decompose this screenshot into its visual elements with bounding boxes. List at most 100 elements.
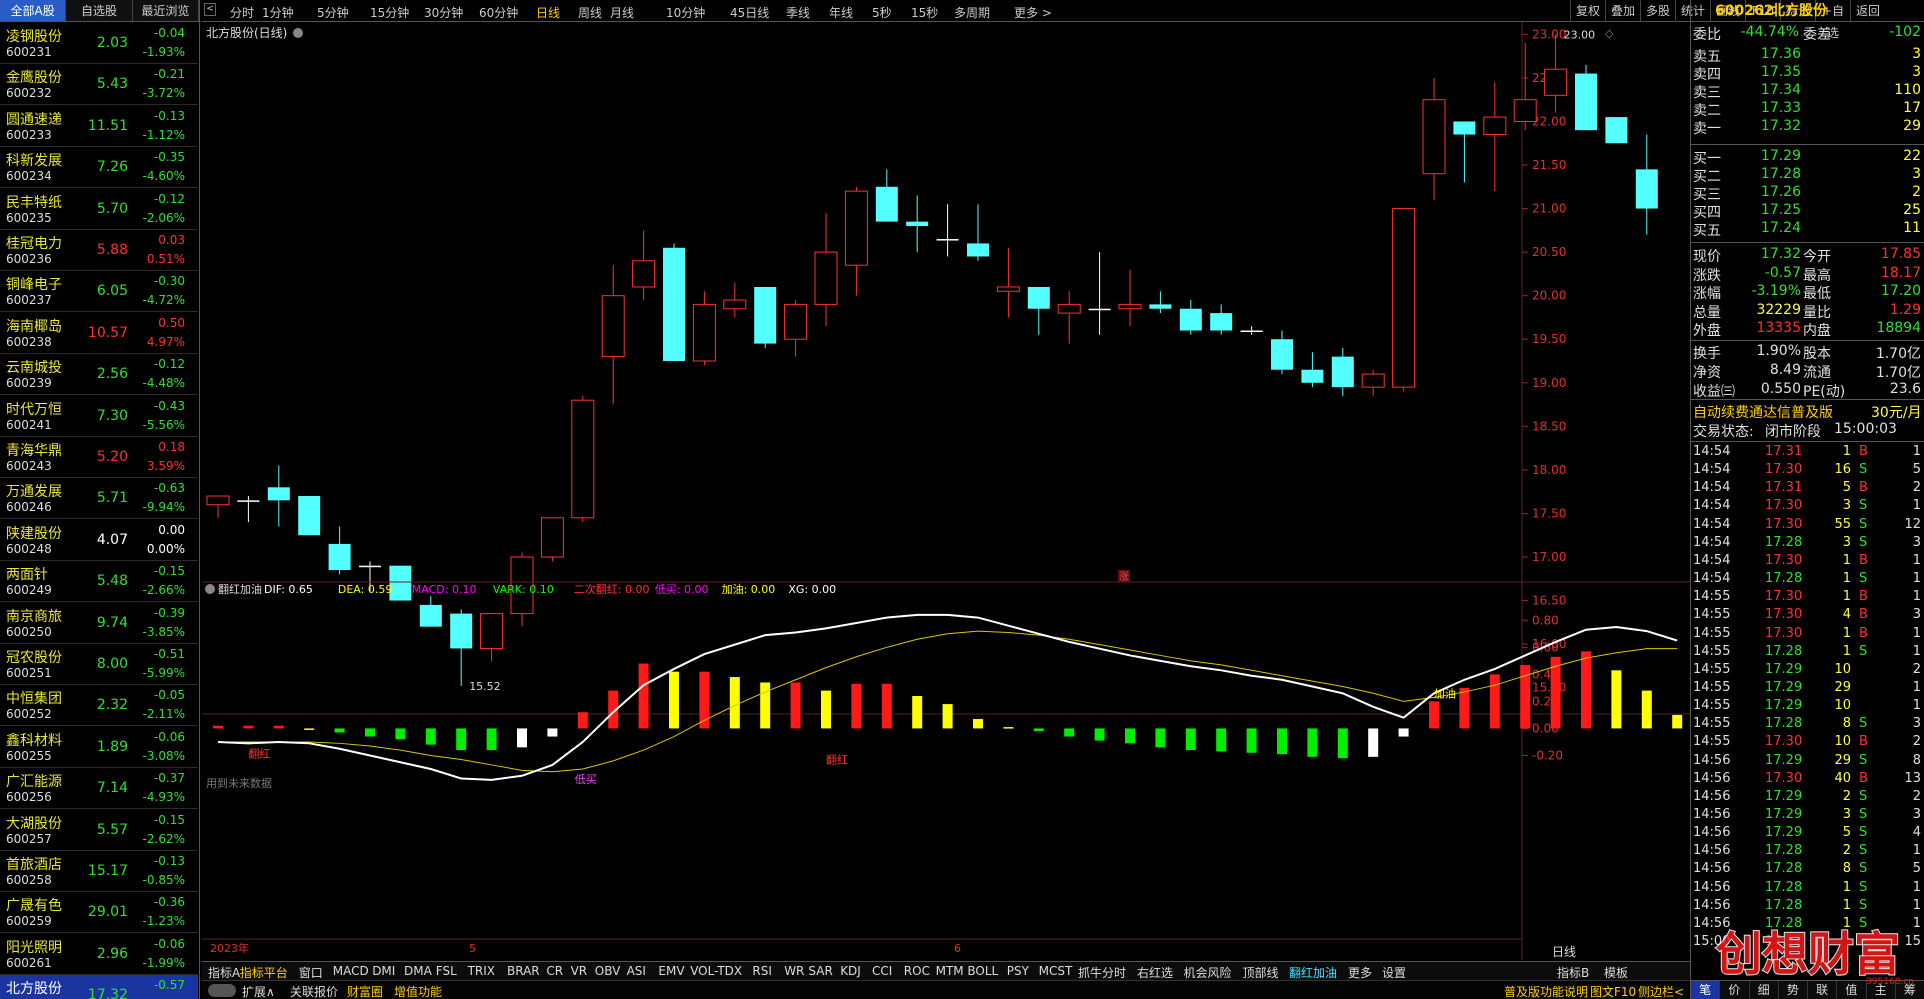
indicator-tab[interactable]: 右红选 [1137, 964, 1173, 981]
stock-row[interactable]: 中恒集团 600252 2.32 -0.05 -2.11% [0, 685, 198, 727]
stock-row[interactable]: 云南城投 600239 2.56 -0.12 -4.48% [0, 354, 198, 396]
indicator-tab[interactable]: PSY [1007, 964, 1029, 978]
stock-row[interactable]: 两面针 600249 5.48 -0.15 -2.66% [0, 561, 198, 603]
indicator-tab[interactable]: DMA [404, 964, 432, 978]
stock-row[interactable]: 凌钢股份 600231 2.03 -0.04 -1.93% [0, 23, 198, 64]
stock-row[interactable]: 桂冠电力 600236 5.88 0.03 0.51% [0, 230, 198, 271]
period-tab[interactable]: 多周期 [954, 4, 990, 21]
stock-row[interactable]: 广汇能源 600256 7.14 -0.37 -4.93% [0, 768, 198, 810]
ask-price: 17.34 [1760, 82, 1801, 98]
tab-watchlist[interactable]: 自选股 [66, 0, 133, 21]
stock-row[interactable]: 万通发展 600246 5.71 -0.63 -9.94% [0, 478, 198, 520]
stock-row[interactable]: 金鹰股份 600232 5.43 -0.21 -3.72% [0, 64, 198, 106]
stock-row[interactable]: 海南椰岛 600238 10.57 0.50 4.97% [0, 313, 198, 354]
indicator-tab[interactable]: OBV [595, 964, 621, 978]
indicator-tab[interactable]: MCST [1039, 964, 1073, 978]
indicator-tab[interactable]: 机会风险 [1184, 964, 1232, 981]
period-tab[interactable]: 5秒 [872, 4, 892, 21]
ad-row[interactable]: 自动续费通达信普及版 30元/月 [1691, 402, 1924, 421]
toolbar-button[interactable]: 复权 [1570, 0, 1605, 22]
collapse-left-icon[interactable]: < [204, 3, 216, 16]
tab-all-a-shares[interactable]: 全部A股 [0, 0, 67, 21]
indicator-tab[interactable]: EMV [658, 964, 684, 978]
stock-row[interactable]: 青海华鼎 600243 5.20 0.18 3.59% [0, 437, 198, 478]
indicator-tab[interactable]: VOL-TDX [690, 964, 742, 978]
chevron-down-icon[interactable] [293, 28, 303, 38]
period-tab[interactable]: 季线 [786, 4, 810, 21]
period-tab[interactable]: 60分钟 [479, 4, 518, 21]
toolbar-button[interactable]: 多股 [1640, 0, 1675, 22]
toggle-icon[interactable] [208, 984, 236, 997]
divider [1691, 242, 1924, 243]
bottom-link[interactable]: 图文F10 [1590, 983, 1636, 999]
indicator-tab[interactable]: 更多 [1348, 964, 1372, 981]
indicator-tab[interactable]: VR [571, 964, 588, 978]
period-tab[interactable]: 月线 [610, 4, 634, 21]
indicator-tab[interactable]: WR [784, 964, 804, 978]
extension-tab[interactable]: 财富圈 [347, 983, 383, 999]
period-tab[interactable]: 45日线 [730, 4, 769, 21]
indicator-b-tab[interactable]: 指标B [1557, 964, 1589, 981]
indicator-tab[interactable]: 指标A [208, 964, 240, 981]
indicator-tab[interactable]: CCI [872, 964, 892, 978]
stock-row[interactable]: 阳光照明 600261 2.96 -0.06 -1.99% [0, 934, 198, 975]
indicator-tab[interactable]: ASI [627, 964, 646, 978]
stock-row[interactable]: 圆通速递 600233 11.51 -0.13 -1.12% [0, 106, 198, 147]
indicator-tab[interactable]: TRIX [468, 964, 495, 978]
settings-icon[interactable]: ◇ [1605, 27, 1614, 40]
stock-row[interactable]: 大湖股份 600257 5.57 -0.15 -2.62% [0, 810, 198, 851]
period-tab[interactable]: 1分钟 [262, 4, 294, 21]
stock-row[interactable]: 冠农股份 600251 8.00 -0.51 -5.99% [0, 644, 198, 685]
extension-tab[interactable]: 增值功能 [394, 983, 442, 999]
bottom-link[interactable]: 侧边栏< [1638, 983, 1684, 999]
period-tab[interactable]: 分时 [230, 4, 254, 21]
indicator-tab[interactable]: 窗口 [299, 964, 323, 981]
tick-row: 14:55 17.30 1 B 1 [1691, 588, 1924, 606]
indicator-tab[interactable]: DMI [372, 964, 395, 978]
indicator-tab[interactable]: 抓牛分时 [1078, 964, 1126, 981]
stock-row[interactable]: 时代万恒 600241 7.30 -0.43 -5.56% [0, 396, 198, 437]
stock-row[interactable]: 广晟有色 600259 29.01 -0.36 -1.23% [0, 892, 198, 934]
indicator-tab[interactable]: RSI [752, 964, 772, 978]
indicator-tab[interactable]: BOLL [967, 964, 998, 978]
stock-row[interactable]: 南京商旅 600250 9.74 -0.39 -3.85% [0, 603, 198, 644]
indicator-tab[interactable]: ROC [904, 964, 930, 978]
period-tab[interactable]: 30分钟 [424, 4, 463, 21]
indicator-tab[interactable]: 翻红加油 [1289, 964, 1337, 981]
indicator-tab[interactable]: CR [546, 964, 563, 978]
stock-row[interactable]: 铜峰电子 600237 6.05 -0.30 -4.72% [0, 271, 198, 313]
indicator-tab[interactable]: MTM [936, 964, 964, 978]
indicator-tab[interactable]: MACD [333, 964, 369, 978]
chevron-down-icon[interactable] [205, 584, 215, 594]
indicator-tab[interactable]: BRAR [507, 964, 540, 978]
indicator-tab[interactable]: 指标平台 [240, 964, 288, 981]
indicator-tab[interactable]: KDJ [840, 964, 861, 978]
indicator-tab[interactable]: 顶部线 [1243, 964, 1279, 981]
period-tab[interactable]: 更多 > [1014, 4, 1052, 21]
indicator-tab[interactable]: FSL [436, 964, 457, 978]
chart-area[interactable]: 北方股份(日线)◇23.0022.5022.0021.5021.0020.502… [202, 22, 1690, 961]
bottom-link[interactable]: 普及版功能说明 [1504, 983, 1588, 999]
tab-recent[interactable]: 最近浏览 [133, 0, 199, 21]
extension-tab[interactable]: 关联报价 [290, 983, 338, 999]
indicator-tab[interactable]: SAR [808, 964, 832, 978]
template-tab[interactable]: 模板 [1604, 964, 1628, 981]
candle-body [1149, 304, 1172, 309]
period-tab[interactable]: 年线 [829, 4, 853, 21]
period-tab[interactable]: 15分钟 [370, 4, 409, 21]
stock-row[interactable]: 民丰特纸 600235 5.70 -0.12 -2.06% [0, 189, 198, 230]
stock-row-change: -0.39 [153, 605, 185, 620]
period-tab[interactable]: 周线 [578, 4, 602, 21]
indicator-tab[interactable]: 设置 [1382, 964, 1406, 981]
stock-row[interactable]: 科新发展 600234 7.26 -0.35 -4.60% [0, 147, 198, 189]
period-tab[interactable]: 5分钟 [317, 4, 349, 21]
stock-row[interactable]: 北方股份60026217.32-0.57-3.19% [0, 975, 198, 999]
period-tab[interactable]: 10分钟 [666, 4, 705, 21]
extension-tab[interactable]: 扩展∧ [242, 983, 275, 999]
period-tab[interactable]: 15秒 [911, 4, 938, 21]
toolbar-button[interactable]: 叠加 [1605, 0, 1640, 22]
stock-row[interactable]: 鑫科材料 600255 1.89 -0.06 -3.08% [0, 727, 198, 768]
stock-row[interactable]: 首旅酒店 600258 15.17 -0.13 -0.85% [0, 851, 198, 892]
stock-row[interactable]: 陕建股份 600248 4.07 0.00 0.00% [0, 520, 198, 561]
period-tab[interactable]: 日线 [536, 4, 560, 21]
